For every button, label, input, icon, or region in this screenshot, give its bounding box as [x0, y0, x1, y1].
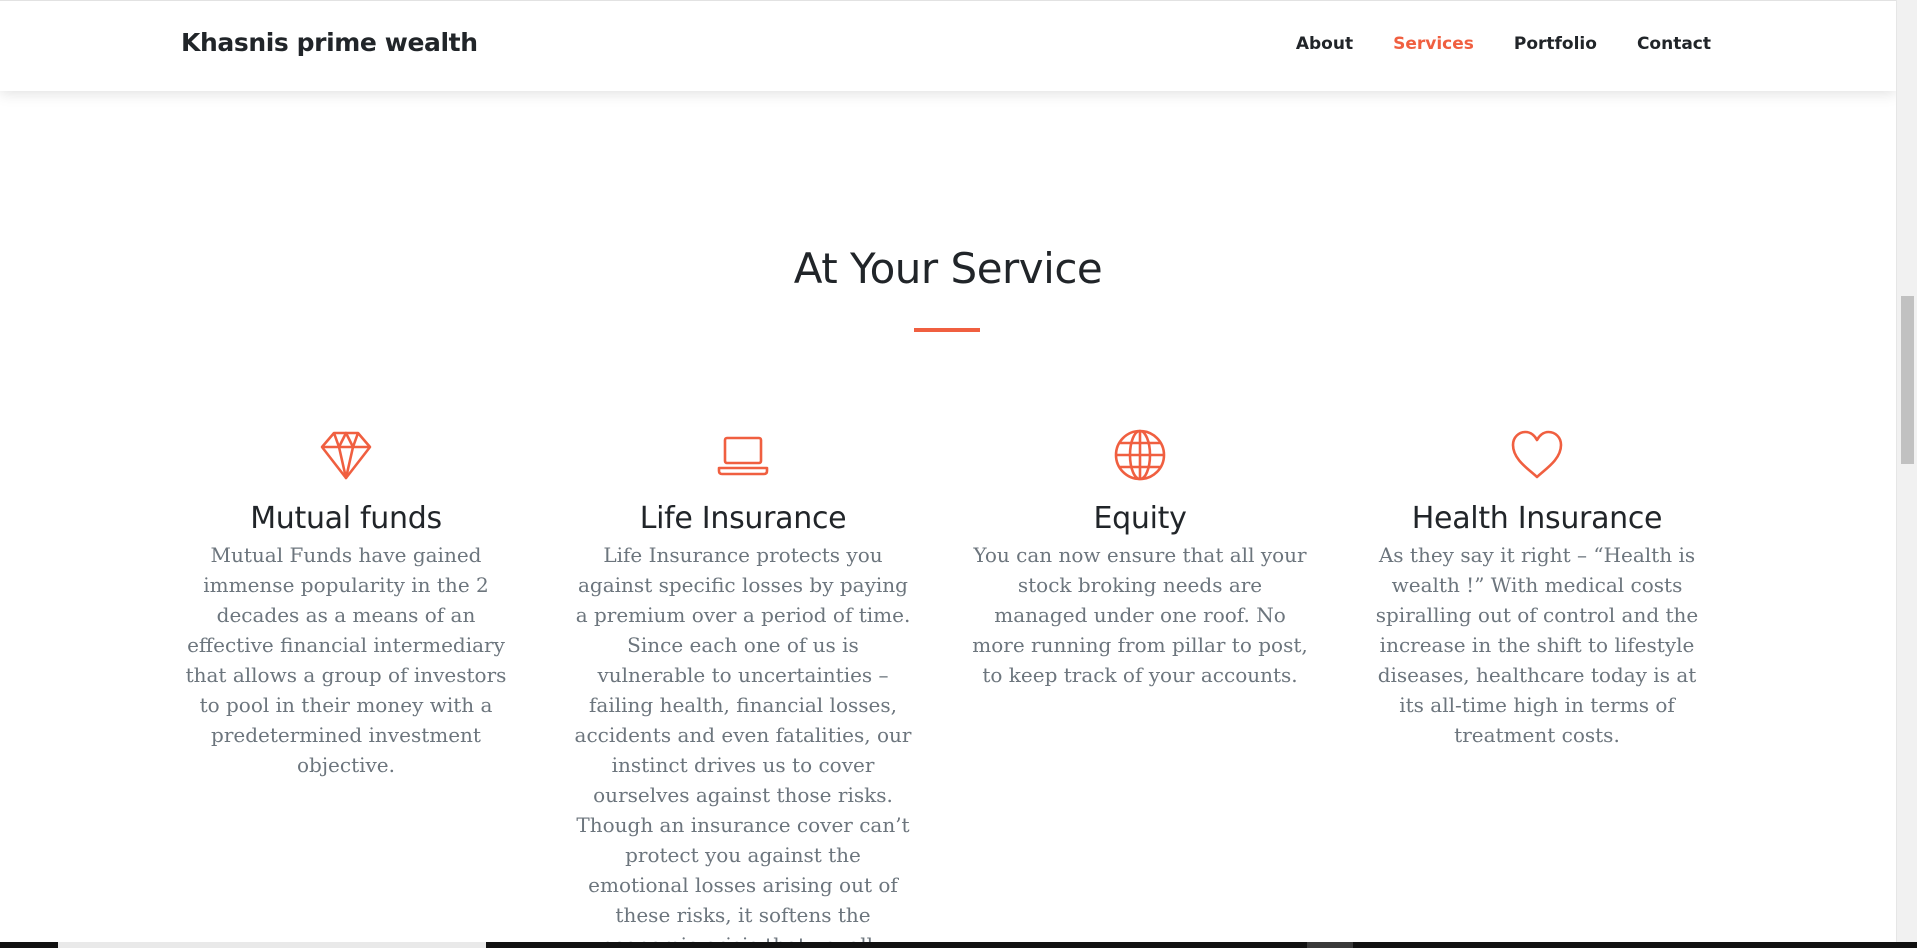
page-viewport: Khasnis prime wealth About Services Port… — [0, 0, 1896, 942]
strip-segment — [58, 942, 486, 948]
service-health-insurance: Health Insurance As they say it right – … — [1367, 428, 1707, 750]
nav-link-contact[interactable]: Contact — [1637, 34, 1711, 54]
vertical-scrollbar[interactable] — [1896, 0, 1917, 942]
nav-link-about[interactable]: About — [1296, 34, 1353, 54]
scrollbar-thumb[interactable] — [1901, 296, 1914, 464]
laptop-icon — [717, 436, 769, 476]
section-title: At Your Service — [793, 244, 1103, 293]
service-equity: Equity You can now ensure that all your … — [970, 428, 1310, 690]
section-divider — [914, 328, 980, 332]
service-title: Health Insurance — [1411, 501, 1663, 536]
diamond-icon — [320, 431, 372, 480]
service-description: Mutual Funds have gained immense popular… — [185, 543, 507, 777]
service-description: Life Insurance protects you against spec… — [574, 543, 912, 942]
service-title: Mutual funds — [250, 501, 442, 536]
nav-link-services[interactable]: Services — [1393, 34, 1474, 54]
service-description: You can now ensure that all your stock b… — [972, 543, 1308, 687]
service-life-insurance: Life Insurance Life Insurance protects y… — [573, 428, 913, 942]
nav-link-portfolio[interactable]: Portfolio — [1514, 34, 1597, 54]
service-mutual-funds: Mutual funds Mutual Funds have gained im… — [176, 428, 516, 780]
bottom-strip — [0, 942, 1917, 948]
nav-menu: About Services Portfolio Contact — [1296, 34, 1711, 54]
globe-icon — [1114, 429, 1166, 481]
brand-logo-link[interactable]: Khasnis prime wealth — [181, 28, 478, 57]
heart-icon — [1511, 430, 1563, 479]
strip-segment — [1307, 942, 1353, 948]
service-title: Life Insurance — [639, 501, 847, 536]
top-navbar: Khasnis prime wealth About Services Port… — [0, 0, 1896, 91]
service-title: Equity — [1093, 501, 1187, 536]
service-description: As they say it right – “Health is wealth… — [1375, 543, 1699, 747]
